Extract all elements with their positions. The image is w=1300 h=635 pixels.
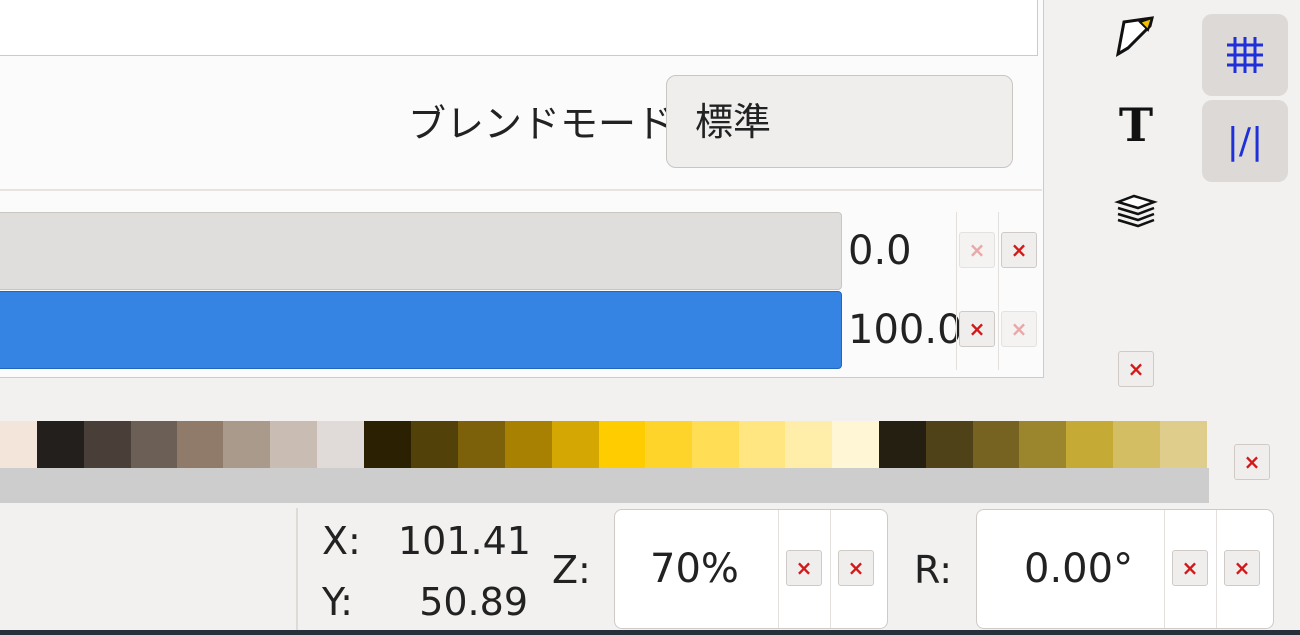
divider — [296, 508, 298, 635]
color-swatch[interactable] — [926, 421, 973, 468]
divider — [998, 212, 999, 370]
color-swatch[interactable] — [177, 421, 223, 468]
color-swatch[interactable] — [411, 421, 458, 468]
palette-scrollbar[interactable] — [0, 468, 1209, 503]
color-swatch[interactable] — [552, 421, 599, 468]
divider — [0, 189, 1042, 191]
color-swatch[interactable] — [317, 421, 364, 468]
slider-value: 100.0 — [848, 307, 963, 353]
color-swatch[interactable] — [692, 421, 739, 468]
pen-icon[interactable] — [1114, 14, 1158, 58]
close-icon-button[interactable]: × — [1001, 232, 1037, 268]
color-swatch[interactable] — [1113, 421, 1160, 468]
close-icon-button[interactable]: × — [959, 311, 995, 347]
divider — [1216, 510, 1217, 628]
divider — [830, 510, 831, 628]
layers-icon[interactable] — [1114, 190, 1158, 234]
color-swatch[interactable] — [223, 421, 270, 468]
x-coordinate-value: 101.41 — [398, 519, 531, 563]
color-swatch[interactable] — [0, 421, 37, 468]
divider — [778, 510, 779, 628]
guide-icon[interactable]: |/| — [1202, 100, 1288, 182]
blend-mode-label: ブレンドモード: — [408, 102, 687, 146]
blend-mode-select[interactable]: 標準 — [666, 75, 1013, 168]
text-field[interactable] — [0, 0, 1038, 56]
color-swatch[interactable] — [973, 421, 1019, 468]
color-swatch[interactable] — [1160, 421, 1207, 468]
zoom-label: Z: — [552, 548, 591, 592]
close-icon-button[interactable]: × — [786, 550, 822, 586]
color-swatch[interactable] — [270, 421, 317, 468]
divider — [956, 212, 957, 370]
color-swatch[interactable] — [1019, 421, 1066, 468]
close-icon-button[interactable]: × — [1001, 311, 1037, 347]
color-swatch[interactable] — [364, 421, 411, 468]
rotation-value: 0.00° — [1024, 546, 1134, 592]
color-swatch[interactable] — [1066, 421, 1113, 468]
y-coordinate-label: Y: — [322, 580, 353, 624]
close-icon-button[interactable]: × — [1234, 444, 1270, 480]
taskbar-edge — [0, 630, 1300, 635]
color-swatch[interactable] — [785, 421, 832, 468]
color-swatch[interactable] — [37, 421, 84, 468]
close-icon-button[interactable]: × — [1172, 550, 1208, 586]
close-icon-button[interactable]: × — [838, 550, 874, 586]
color-swatch[interactable] — [879, 421, 926, 468]
grid-icon[interactable] — [1202, 14, 1288, 96]
close-icon-button[interactable]: × — [1118, 351, 1154, 387]
color-swatch[interactable] — [645, 421, 692, 468]
slider-value: 0.0 — [848, 228, 912, 274]
slider-track[interactable] — [0, 212, 842, 290]
color-swatch[interactable] — [739, 421, 785, 468]
x-coordinate-label: X: — [322, 519, 361, 563]
color-swatch[interactable] — [131, 421, 177, 468]
divider — [1164, 510, 1165, 628]
text-tool-icon[interactable]: T — [1114, 100, 1158, 150]
close-icon-button[interactable]: × — [959, 232, 995, 268]
color-swatch[interactable] — [458, 421, 505, 468]
close-icon-button[interactable]: × — [1224, 550, 1260, 586]
slider-track-selected[interactable] — [0, 291, 842, 369]
rotation-label: R: — [914, 548, 953, 592]
color-swatch[interactable] — [599, 421, 645, 468]
color-swatch[interactable] — [84, 421, 131, 468]
color-swatch[interactable] — [505, 421, 552, 468]
zoom-value: 70% — [650, 546, 739, 592]
color-swatch[interactable] — [832, 421, 879, 468]
color-palette — [0, 421, 1207, 468]
y-coordinate-value: 50.89 — [419, 580, 528, 624]
